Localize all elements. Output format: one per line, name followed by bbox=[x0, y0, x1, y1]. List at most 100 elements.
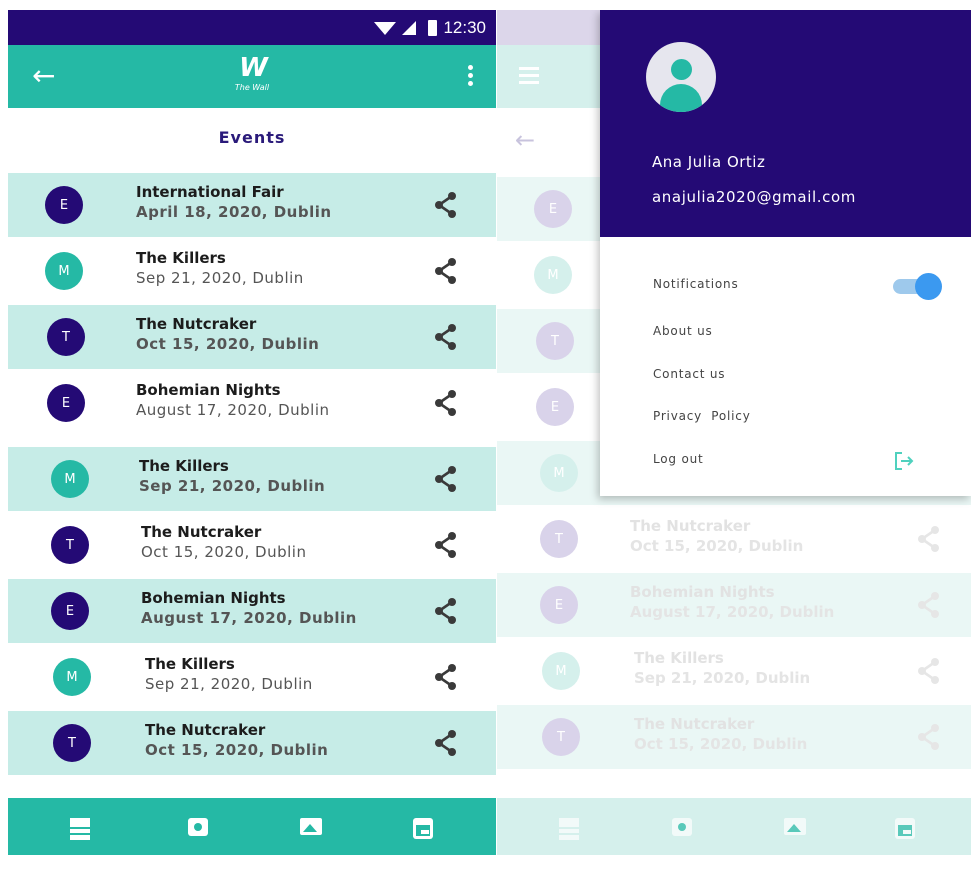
logout-icon[interactable] bbox=[893, 450, 915, 472]
drawer-item-contact-us[interactable]: Contact us bbox=[653, 367, 725, 381]
share-icon[interactable] bbox=[432, 729, 458, 757]
event-avatar: T bbox=[53, 724, 91, 762]
drawer-item-about-us[interactable]: About us bbox=[653, 324, 713, 338]
page-title: Events bbox=[218, 128, 286, 147]
logo-text: The Wall bbox=[234, 83, 270, 92]
event-name: The Nutcraker bbox=[634, 715, 755, 733]
event-date: August 17, 2020, Dublin bbox=[141, 609, 357, 627]
share-icon[interactable] bbox=[432, 597, 458, 625]
more-options-icon[interactable] bbox=[468, 65, 474, 89]
event-name: The Nutcraker bbox=[141, 523, 262, 541]
event-avatar: M bbox=[540, 454, 578, 492]
share-icon[interactable] bbox=[432, 389, 458, 417]
navigation-drawer: Ana Julia Ortiz anajulia2020@gmail.com N… bbox=[600, 10, 971, 496]
bottom-nav-dimmed bbox=[497, 798, 971, 855]
back-arrow-icon-dimmed: ← bbox=[515, 126, 536, 154]
event-avatar: E bbox=[45, 186, 83, 224]
drawer-item-notifications[interactable]: Notifications bbox=[653, 277, 739, 291]
event-name: The Nutcraker bbox=[630, 517, 751, 535]
event-name: The Nutcraker bbox=[136, 315, 257, 333]
event-date: Oct 15, 2020, Dublin bbox=[145, 741, 329, 759]
event-row-dimmed: M The Killers Sep 21, 2020, Dublin bbox=[497, 639, 971, 703]
drawer-item-privacy-policy[interactable]: Privacy Policy bbox=[653, 409, 751, 423]
event-name: Bohemian Nights bbox=[141, 589, 286, 607]
share-icon bbox=[915, 723, 941, 751]
event-name: The Killers bbox=[136, 249, 226, 267]
profile-email: anajulia2020@gmail.com bbox=[652, 188, 856, 206]
notifications-toggle[interactable] bbox=[891, 272, 943, 300]
app-bar: ← W The Wall bbox=[8, 45, 496, 108]
event-row[interactable]: E International Fair April 18, 2020, Dubli… bbox=[8, 173, 496, 237]
status-bar: 12:30 bbox=[8, 10, 496, 45]
event-avatar: M bbox=[45, 252, 83, 290]
event-avatar: E bbox=[534, 190, 572, 228]
event-row[interactable]: E Bohemian Nights August 17, 2020, Dublin bbox=[8, 579, 496, 643]
signal-icon bbox=[402, 20, 417, 35]
wifi-icon bbox=[374, 22, 397, 35]
event-row[interactable]: T The Nutcraker Oct 15, 2020, Dublin bbox=[8, 513, 496, 577]
event-name: The Killers bbox=[139, 457, 229, 475]
drawer-item-log-out[interactable]: Log out bbox=[653, 452, 704, 466]
event-row[interactable]: M The Killers Sep 21, 2020, Dublin bbox=[8, 645, 496, 709]
event-date: Sep 21, 2020, Dublin bbox=[634, 669, 811, 687]
calendar-icon[interactable] bbox=[413, 818, 433, 839]
events-screen: 12:30 ← W The Wall Events E International… bbox=[8, 10, 496, 855]
logo-mark: W bbox=[239, 53, 268, 83]
event-row[interactable]: T The Nutcraker Oct 15, 2020, Dublin bbox=[8, 711, 496, 775]
calendar-icon bbox=[895, 818, 915, 839]
back-arrow-icon[interactable]: ← bbox=[32, 59, 55, 93]
event-name: Bohemian Nights bbox=[630, 583, 775, 601]
event-avatar: T bbox=[542, 718, 580, 756]
event-name: The Nutcraker bbox=[145, 721, 266, 739]
event-date: Sep 21, 2020, Dublin bbox=[136, 269, 304, 287]
drawer-screen: ← EInternational FairApril 18, 2020, Dub… bbox=[497, 10, 971, 855]
share-icon bbox=[915, 525, 941, 553]
event-avatar: E bbox=[536, 388, 574, 426]
event-row[interactable]: M The Killers Sep 21, 2020, Dublin bbox=[8, 447, 496, 511]
event-name: The Killers bbox=[145, 655, 235, 673]
event-avatar: T bbox=[540, 520, 578, 558]
app-logo: W The Wall bbox=[217, 53, 287, 93]
image-icon bbox=[784, 818, 806, 835]
event-date: April 18, 2020, Dublin bbox=[136, 203, 332, 221]
event-avatar: T bbox=[51, 526, 89, 564]
share-icon[interactable] bbox=[432, 257, 458, 285]
image-icon[interactable] bbox=[300, 818, 322, 835]
event-date: Oct 15, 2020, Dublin bbox=[634, 735, 808, 753]
battery-icon bbox=[428, 19, 438, 36]
profile-name: Ana Julia Ortiz bbox=[652, 153, 766, 171]
share-icon[interactable] bbox=[432, 663, 458, 691]
dashboard-icon[interactable] bbox=[70, 818, 90, 840]
status-time: 12:30 bbox=[443, 17, 486, 37]
event-row-dimmed: E Bohemian Nights August 17, 2020, Dublin bbox=[497, 573, 971, 637]
event-avatar: M bbox=[542, 652, 580, 690]
share-icon[interactable] bbox=[432, 323, 458, 351]
camera-icon bbox=[672, 818, 692, 836]
event-avatar: M bbox=[51, 460, 89, 498]
camera-icon[interactable] bbox=[188, 818, 208, 836]
event-avatar: M bbox=[534, 256, 572, 294]
dashboard-icon bbox=[559, 818, 579, 840]
event-date: Oct 15, 2020, Dublin bbox=[136, 335, 320, 353]
event-avatar: T bbox=[536, 322, 574, 360]
event-row-dimmed: T The Nutcraker Oct 15, 2020, Dublin bbox=[497, 507, 971, 571]
event-date: August 17, 2020, Dublin bbox=[630, 603, 835, 621]
event-date: Sep 21, 2020, Dublin bbox=[145, 675, 313, 693]
event-row[interactable]: E Bohemian Nights August 17, 2020, Dublin bbox=[8, 371, 496, 435]
bottom-nav bbox=[8, 798, 496, 855]
event-name: The Killers bbox=[634, 649, 724, 667]
event-avatar: E bbox=[540, 586, 578, 624]
event-avatar: T bbox=[47, 318, 85, 356]
event-row[interactable]: T The Nutcraker Oct 15, 2020, Dublin bbox=[8, 305, 496, 369]
event-row[interactable]: M The Killers Sep 21, 2020, Dublin bbox=[8, 239, 496, 303]
event-name: Bohemian Nights bbox=[136, 381, 281, 399]
share-icon[interactable] bbox=[432, 465, 458, 493]
hamburger-menu-icon[interactable] bbox=[519, 67, 539, 88]
profile-avatar-icon[interactable] bbox=[646, 42, 716, 112]
share-icon bbox=[915, 591, 941, 619]
share-icon[interactable] bbox=[432, 531, 458, 559]
event-date: August 17, 2020, Dublin bbox=[136, 401, 330, 419]
share-icon[interactable] bbox=[432, 191, 458, 219]
event-avatar: E bbox=[47, 384, 85, 422]
event-date: Oct 15, 2020, Dublin bbox=[141, 543, 307, 561]
